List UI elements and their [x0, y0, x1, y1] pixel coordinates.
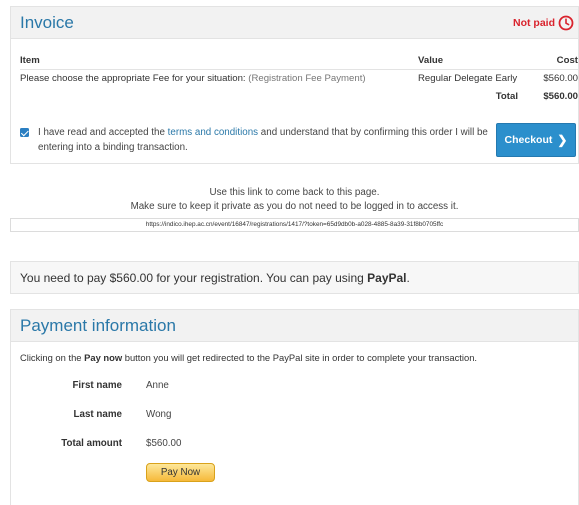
clock-icon — [558, 15, 574, 31]
total-label: Total — [495, 90, 518, 102]
column-item: Item — [20, 55, 40, 67]
redirect-notice: Clicking on the Pay now button you will … — [20, 352, 477, 363]
payment-banner-text: You need to pay $560.00 for your registr… — [20, 271, 410, 285]
column-cost: Cost — [556, 55, 578, 67]
payment-header: Payment information — [11, 310, 578, 342]
registration-link-field[interactable]: https://indico.ihep.ac.cn/event/16847/re… — [10, 218, 579, 232]
payment-status: Not paid — [513, 15, 574, 31]
last-name-label: Last name — [73, 409, 122, 420]
banner-text-before: You need to pay $560.00 for your registr… — [20, 271, 364, 285]
payment-banner: You need to pay $560.00 for your registr… — [10, 261, 579, 294]
terms-text-before: I have read and accepted the — [38, 127, 165, 138]
terms-link[interactable]: terms and conditions — [168, 127, 258, 138]
terms-agreement: I have read and accepted the terms and c… — [20, 125, 490, 155]
column-value: Value — [418, 55, 444, 67]
first-name-label: First name — [72, 380, 122, 391]
total-row: Total $560.00 — [20, 87, 579, 105]
invoice-title: Invoice — [20, 13, 74, 32]
link-info-line1: Use this link to come back to this page. — [209, 187, 380, 198]
redirect-before: Clicking on the — [20, 352, 82, 363]
chevron-right-icon: ❯ — [557, 133, 568, 147]
item-description: Please choose the appropriate Fee for yo… — [20, 72, 246, 84]
first-name-value: Anne — [146, 380, 169, 391]
checkbox-checked-icon[interactable] — [20, 128, 29, 137]
link-info-line2: Make sure to keep it private as you do n… — [130, 201, 459, 212]
total-value: $560.00 — [543, 90, 578, 102]
checkout-button[interactable]: Checkout ❯ — [496, 123, 576, 157]
payment-method: PayPal — [367, 271, 407, 285]
pay-now-button[interactable]: Pay Now — [146, 463, 215, 482]
payment-status-label: Not paid — [513, 17, 555, 29]
invoice-table-header: Item Value Cost — [20, 53, 579, 69]
total-amount-value: $560.00 — [146, 438, 182, 449]
invoice-header: Invoice Not paid — [11, 7, 578, 39]
table-row: Please choose the appropriate Fee for yo… — [20, 69, 579, 87]
last-name-value: Wong — [146, 409, 172, 420]
terms-text: I have read and accepted the terms and c… — [20, 125, 490, 155]
payment-title: Payment information — [20, 316, 176, 335]
invoice-table: Item Value Cost Please choose the approp… — [20, 53, 579, 105]
total-amount-label: Total amount — [61, 438, 122, 449]
redirect-button-name: Pay now — [84, 352, 123, 363]
value-cell: Regular Delegate Early — [418, 72, 518, 84]
cost-cell: $560.00 — [543, 72, 578, 84]
payment-information-panel: Payment information Clicking on the Pay … — [10, 309, 579, 505]
item-choice: (Registration Fee Payment) — [248, 72, 366, 84]
item-cell: Please choose the appropriate Fee for yo… — [20, 69, 418, 87]
redirect-after: button you will get redirected to the Pa… — [124, 352, 478, 363]
checkout-label: Checkout — [504, 134, 553, 146]
banner-text-after: . — [406, 271, 410, 285]
invoice-panel: Invoice Not paid Item Value Cost Please … — [10, 6, 579, 164]
